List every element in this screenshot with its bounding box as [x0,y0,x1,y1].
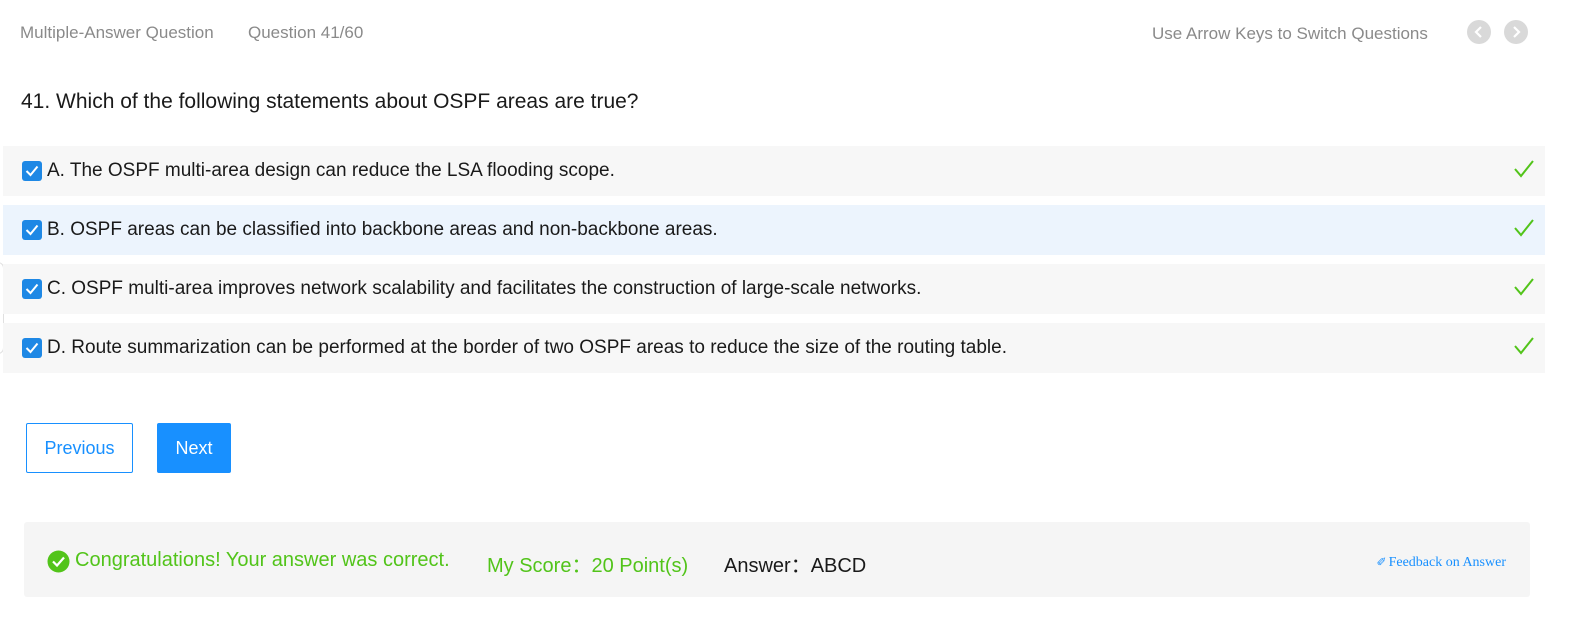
question-text: 41. Which of the following statements ab… [21,90,639,113]
option-b-checkbox[interactable] [22,220,42,240]
success-check-circle-icon [47,550,70,573]
correct-check-icon [1514,278,1534,296]
prev-question-button[interactable] [1467,20,1491,44]
question-type: Multiple-Answer Question [20,23,214,42]
check-icon [25,224,39,236]
chevron-left-icon [1474,26,1482,38]
result-message: Congratulations! Your answer was correct… [75,549,450,571]
correct-check-icon [1514,219,1534,237]
feedback-label: Feedback on Answer [1388,555,1506,570]
correct-check-icon [1514,337,1534,355]
option-c-checkbox[interactable] [22,279,42,299]
option-c-label: C. OSPF multi-area improves network scal… [47,278,922,299]
option-d-checkbox[interactable] [22,338,42,358]
result-panel: Congratulations! Your answer was correct… [24,522,1530,597]
score-text: My Score：20 Point(s) [487,555,689,577]
option-c[interactable]: C. OSPF multi-area improves network scal… [3,264,1545,314]
check-icon [25,342,39,354]
check-icon [25,165,39,177]
question-header: Multiple-Answer Question Question 41/60 … [0,14,1572,52]
option-a[interactable]: A. The OSPF multi-area design can reduce… [3,146,1545,196]
question-counter: Question 41/60 [248,23,364,42]
next-button[interactable]: Next [157,423,231,473]
quiz-page: Multiple-Answer Question Question 41/60 … [0,0,1572,624]
option-b[interactable]: B. OSPF areas can be classified into bac… [3,205,1545,255]
option-d[interactable]: D. Route summarization can be performed … [3,323,1545,373]
chevron-right-icon [1513,26,1521,38]
answer-text: Answer：ABCD [724,555,867,577]
feedback-link[interactable]: ✐ Feedback on Answer [1377,555,1506,571]
option-d-label: D. Route summarization can be performed … [47,337,1008,358]
answer-options: A. The OSPF multi-area design can reduce… [3,146,1545,382]
correct-check-icon [1514,160,1534,178]
previous-button[interactable]: Previous [26,423,133,473]
option-a-label: A. The OSPF multi-area design can reduce… [47,160,615,181]
option-a-checkbox[interactable] [22,161,42,181]
keyboard-hint: Use Arrow Keys to Switch Questions [1152,24,1428,43]
option-b-label: B. OSPF areas can be classified into bac… [47,219,718,240]
next-question-arrow-button[interactable] [1504,20,1528,44]
edit-icon: ✐ [1376,555,1387,569]
check-icon [25,283,39,295]
